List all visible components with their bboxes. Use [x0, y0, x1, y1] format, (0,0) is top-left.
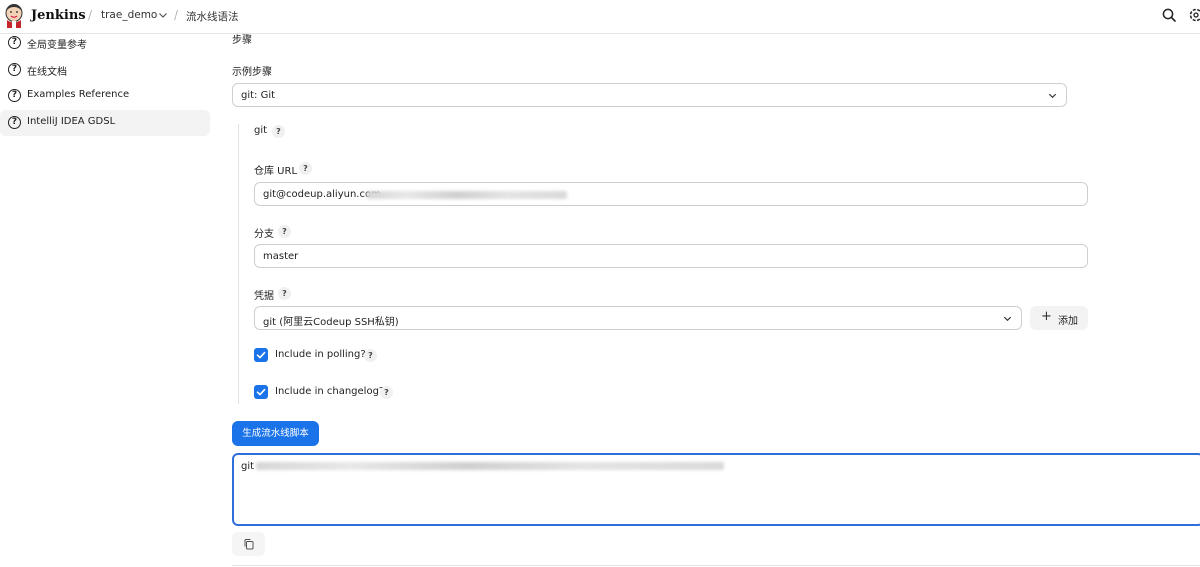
breadcrumb-item-project[interactable]: trae_demo — [101, 9, 157, 21]
include-changelog-checkbox[interactable] — [254, 385, 268, 399]
sidebar-item-intellij-gdsl[interactable]: ? IntelliJ IDEA GDSL — [0, 110, 210, 136]
help-icon[interactable]: ? — [278, 225, 291, 238]
sidebar-item-label: IntelliJ IDEA GDSL — [27, 116, 116, 127]
sidebar-item-online-docs[interactable]: ? 在线文档 — [0, 57, 210, 83]
sample-step-value: git: Git — [241, 90, 276, 101]
repo-url-label: 仓库 URL — [254, 166, 298, 177]
repo-url-input[interactable]: git@codeup.aliyun.com — [254, 182, 1088, 206]
sidebar-item-label: 在线文档 — [27, 67, 67, 78]
sample-step-select[interactable]: git: Git — [232, 83, 1067, 107]
sidebar-item-global-variables[interactable]: ? 全局变量参考 — [0, 30, 210, 56]
check-icon — [256, 351, 266, 359]
credentials-label: 凭据 — [254, 291, 274, 302]
copy-icon — [244, 539, 254, 550]
credentials-select[interactable]: git (阿里云Codeup SSH私钥) — [254, 306, 1022, 330]
top-header: Jenkins / trae_demo / 流水线语法 — [0, 0, 1200, 34]
chevron-down-icon — [1003, 316, 1012, 322]
sidebar-item-label: Examples Reference — [27, 89, 130, 100]
add-label: 添加 — [1058, 316, 1078, 327]
branch-input[interactable]: master — [254, 244, 1088, 268]
redacted-text — [256, 462, 724, 470]
sidebar-item-label: 全局变量参考 — [27, 40, 87, 51]
pipeline-script-output[interactable]: git — [232, 453, 1200, 526]
breadcrumb-separator: / — [174, 8, 179, 22]
repo-url-value: git@codeup.aliyun.com — [263, 189, 381, 200]
help-icon[interactable]: ? — [380, 386, 393, 399]
script-output-text: git — [241, 461, 255, 472]
breadcrumb-item-pipeline-syntax[interactable]: 流水线语法 — [186, 9, 239, 24]
include-changelog-label[interactable]: Include in changelog? — [275, 386, 384, 397]
section-divider — [232, 565, 1200, 566]
chevron-down-icon[interactable] — [157, 9, 169, 21]
help-icon[interactable]: ? — [278, 287, 291, 300]
sample-step-label: 示例步骤 — [232, 67, 272, 78]
help-circle-icon: ? — [8, 63, 21, 76]
help-circle-icon: ? — [8, 116, 21, 129]
step-name: git — [254, 125, 268, 136]
include-polling-label[interactable]: Include in polling? — [275, 349, 366, 360]
section-title-steps: 步骤 — [232, 35, 252, 46]
chevron-down-icon — [1048, 93, 1057, 99]
credentials-value: git (阿里云Codeup SSH私钥) — [263, 317, 399, 328]
redacted-text — [367, 191, 567, 199]
generate-pipeline-script-button[interactable]: 生成流水线脚本 — [232, 421, 319, 446]
brand-name[interactable]: Jenkins — [31, 8, 86, 23]
add-credentials-button[interactable]: + 添加 — [1030, 306, 1088, 330]
settings-icon[interactable] — [1188, 7, 1200, 23]
sidebar-item-examples-reference[interactable]: ? Examples Reference — [0, 83, 210, 109]
include-polling-checkbox[interactable] — [254, 348, 268, 362]
plus-icon: + — [1041, 309, 1052, 324]
help-icon[interactable]: ? — [364, 349, 377, 362]
help-circle-icon: ? — [8, 36, 21, 49]
branch-value: master — [263, 251, 299, 262]
step-config-divider — [238, 124, 239, 404]
search-icon[interactable] — [1161, 7, 1177, 23]
jenkins-logo-icon[interactable] — [4, 3, 24, 29]
branch-label: 分支 — [254, 229, 274, 240]
help-icon[interactable]: ? — [299, 162, 312, 175]
help-circle-icon: ? — [8, 89, 21, 102]
copy-button[interactable] — [232, 532, 265, 556]
help-icon[interactable]: ? — [272, 125, 285, 138]
breadcrumb-separator: / — [88, 8, 93, 22]
check-icon — [256, 388, 266, 396]
